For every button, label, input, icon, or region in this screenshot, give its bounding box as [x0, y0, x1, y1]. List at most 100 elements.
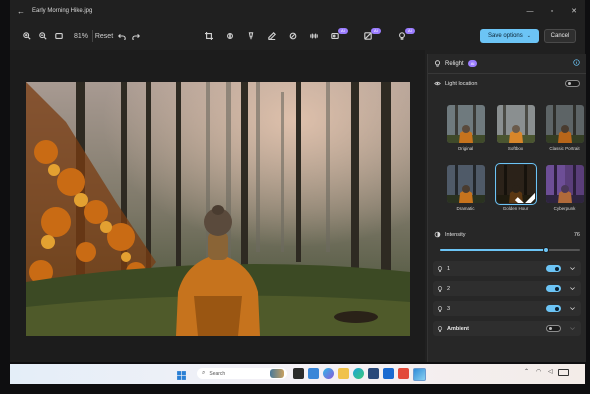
ambient-light-row[interactable]: Ambient [433, 321, 581, 336]
light-label: Ambient [447, 325, 469, 332]
windows-start-icon[interactable] [176, 368, 187, 380]
save-options-label: Save options [488, 33, 523, 39]
chevron-down-icon: ⌄ [526, 33, 531, 39]
preset-original[interactable]: Original [446, 105, 485, 151]
widgets-icon[interactable] [308, 368, 319, 379]
light-1-row[interactable]: 1 [433, 261, 581, 276]
copilot-icon[interactable] [323, 368, 334, 379]
preset-label: Golden Hour [502, 206, 529, 211]
checkmark-icon [514, 192, 535, 203]
zoom-out-icon[interactable] [36, 24, 50, 48]
preset-label: Cyberpunk [553, 206, 576, 211]
photo-preview[interactable] [26, 82, 410, 336]
preset-softbox[interactable]: Softbox [496, 105, 535, 151]
preset-label: Classic Portrait [549, 146, 580, 151]
preset-label: Softbox [507, 146, 524, 151]
preset-golden-hour[interactable]: Golden Hour [494, 163, 537, 211]
preset-cyberpunk[interactable]: Cyberpunk [545, 165, 584, 211]
intensity-value: 76 [573, 231, 580, 238]
cancel-button[interactable]: Cancel [544, 29, 576, 43]
close-window-button[interactable]: ✕ [563, 7, 585, 15]
task-view-icon[interactable] [293, 368, 304, 379]
intensity-row: Intensity 76 [434, 231, 580, 238]
preset-label: Dramatic [456, 206, 475, 211]
ai-badge: AI [338, 28, 348, 34]
forest-hiker-photo [26, 82, 410, 336]
panel-title: Relight [445, 60, 464, 67]
preset-label: Original [457, 146, 474, 151]
zoom-in-icon[interactable] [20, 24, 34, 48]
light-2-toggle[interactable] [546, 285, 561, 292]
redo-icon[interactable] [130, 24, 142, 48]
taskbar: ⌕ Search ⌃ ◠ ◁ [10, 364, 585, 384]
erase-icon[interactable] [287, 24, 299, 48]
image-canvas [10, 50, 425, 362]
taskbar-search[interactable]: ⌕ Search [197, 368, 287, 379]
intensity-slider[interactable] [440, 247, 580, 253]
volume-icon[interactable]: ◁ [548, 368, 553, 375]
light-label: 2 [447, 285, 451, 292]
edge-icon[interactable] [353, 368, 364, 379]
file-explorer-icon[interactable] [338, 368, 349, 379]
slider-thumb[interactable] [543, 247, 550, 253]
battery-icon[interactable] [558, 369, 569, 376]
light-location-row: Light location [434, 80, 580, 87]
lightbulb-icon [437, 265, 443, 272]
relight-icon[interactable]: AI [396, 24, 415, 48]
zoom-level[interactable]: 81% [72, 24, 90, 48]
lightbulb-icon [437, 305, 443, 312]
lightbulb-icon [437, 325, 443, 332]
search-placeholder: Search [209, 370, 226, 377]
chevron-down-icon[interactable] [569, 305, 576, 312]
preset-dramatic[interactable]: Dramatic [446, 165, 485, 211]
filter-icon[interactable] [245, 24, 257, 48]
photos-app-icon[interactable] [398, 368, 409, 379]
wifi-icon[interactable]: ◠ [536, 368, 541, 375]
chevron-up-icon[interactable]: ⌃ [524, 368, 529, 375]
light-label: 3 [447, 305, 451, 312]
store-icon[interactable] [368, 368, 379, 379]
window-title: Early Morning Hike.jpg [32, 8, 93, 14]
intensity-icon [434, 231, 441, 238]
preset-classic-portrait[interactable]: Classic Portrait [545, 105, 584, 151]
ai-badge: AI [371, 28, 381, 34]
preset-thumbnail [494, 163, 537, 205]
maximize-button[interactable]: ▫ [541, 8, 563, 15]
minimize-button[interactable]: — [519, 8, 541, 15]
light-3-row[interactable]: 3 [433, 301, 581, 316]
chevron-down-icon[interactable] [569, 325, 576, 332]
ambient-toggle[interactable] [546, 325, 561, 332]
search-icon: ⌕ [202, 370, 206, 376]
light-2-row[interactable]: 2 [433, 281, 581, 296]
outlook-icon[interactable] [383, 368, 394, 379]
info-icon[interactable] [573, 59, 580, 66]
ai-badge: AI [467, 60, 478, 67]
chevron-down-icon[interactable] [569, 265, 576, 272]
adjust-brightness-icon[interactable] [224, 24, 236, 48]
preset-thumbnail [496, 105, 535, 143]
reset-button[interactable]: Reset [95, 24, 113, 48]
fit-to-window-icon[interactable] [52, 24, 66, 48]
light-3-toggle[interactable] [546, 305, 561, 312]
light-location-toggle[interactable] [565, 80, 580, 87]
preset-thumbnail [446, 105, 485, 143]
slider-fill [440, 249, 547, 251]
lightbulb-icon [434, 60, 441, 67]
light-1-toggle[interactable] [546, 265, 561, 272]
markup-pen-icon[interactable] [266, 24, 278, 48]
back-arrow-icon[interactable]: ← [10, 7, 32, 16]
generative-erase-icon[interactable]: AI [329, 24, 348, 48]
background-icon[interactable]: AI [362, 24, 381, 48]
toolbar-divider [92, 30, 93, 42]
lightbulb-icon [437, 285, 443, 292]
blur-background-icon[interactable] [308, 24, 320, 48]
photos-editor-window: ← Early Morning Hike.jpg — ▫ ✕ 81% Reset [10, 0, 586, 362]
photos-active-icon[interactable] [413, 368, 426, 381]
search-highlight-icon [270, 369, 284, 378]
editor-toolbar: 81% Reset AI AI AI Save options ⌄ Cancel [10, 24, 585, 50]
save-options-button[interactable]: Save options ⌄ [480, 29, 539, 43]
crop-icon[interactable] [203, 24, 215, 48]
chevron-down-icon[interactable] [569, 285, 576, 292]
title-bar: ← Early Morning Hike.jpg — ▫ ✕ [10, 0, 585, 22]
undo-icon[interactable] [116, 24, 128, 48]
